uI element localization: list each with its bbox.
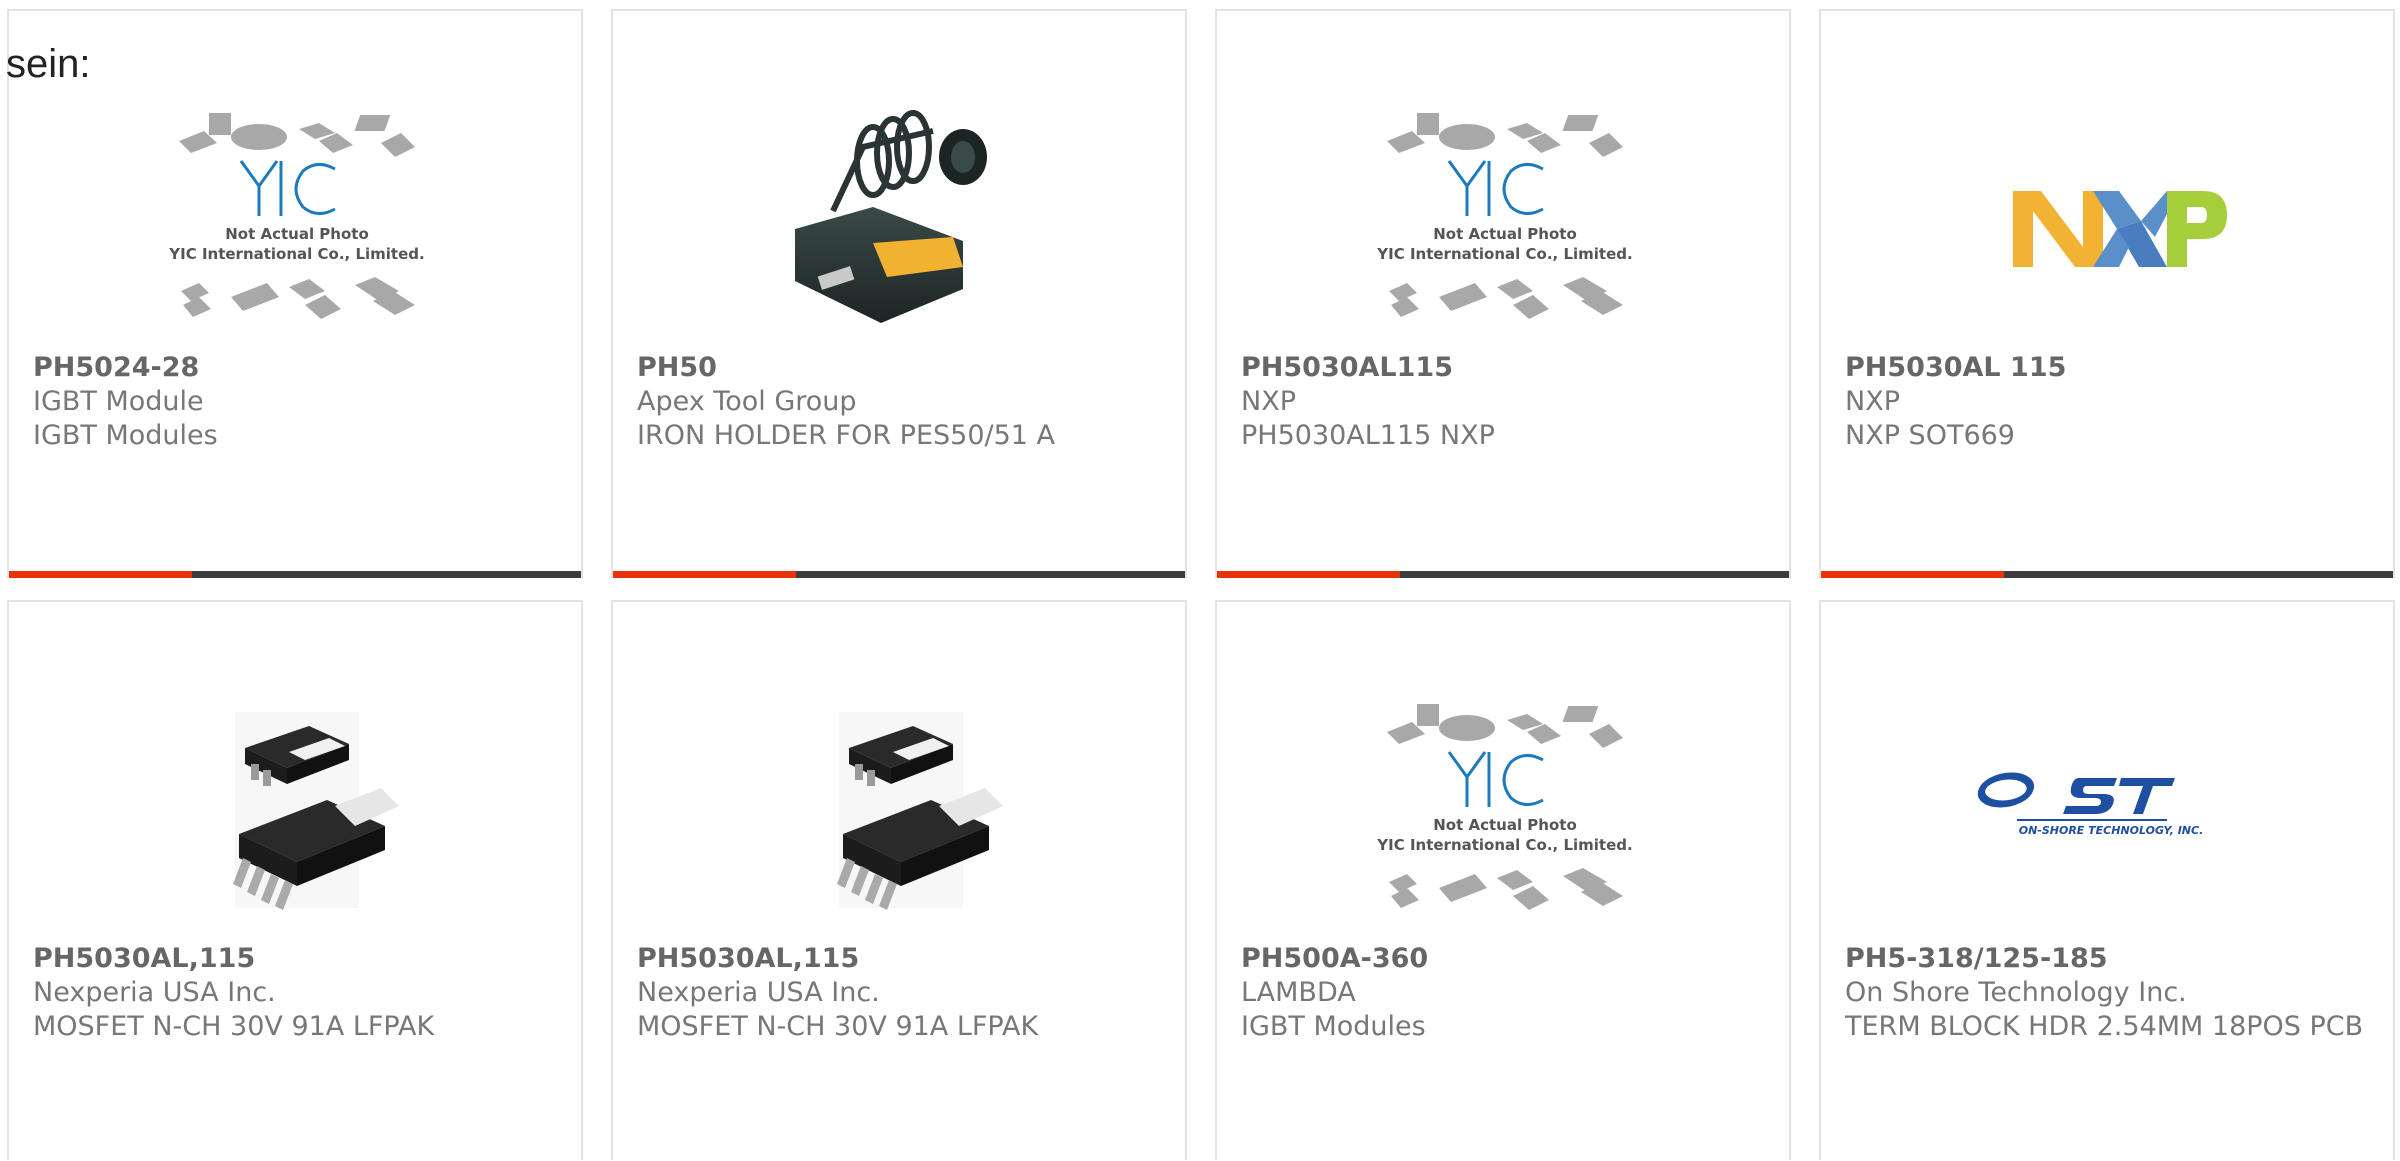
part-number[interactable]: PH50 xyxy=(637,351,1161,385)
part-number[interactable]: PH5030AL,115 xyxy=(33,942,557,976)
product-card[interactable]: PH5030AL,115 Nexperia USA Inc. MOSFET N-… xyxy=(611,600,1187,1160)
placeholder-image[interactable]: Not Actual Photo YIC International Co., … xyxy=(159,91,435,349)
manufacturer: NXP xyxy=(1845,386,1900,417)
part-number[interactable]: PH5-318/125-185 xyxy=(1845,942,2369,976)
card-accent-bar xyxy=(1217,571,1400,578)
product-card[interactable]: Not Actual Photo YIC International Co., … xyxy=(7,9,583,578)
manufacturer: Nexperia USA Inc. xyxy=(33,977,276,1008)
placeholder-line1: Not Actual Photo xyxy=(1433,225,1577,243)
placeholder-image[interactable]: Not Actual Photo YIC International Co., … xyxy=(1367,91,1643,349)
card-accent-bar xyxy=(613,571,796,578)
product-info: PH5030AL,115 Nexperia USA Inc. MOSFET N-… xyxy=(637,942,1161,1044)
product-card[interactable]: Not Actual Photo YIC International Co., … xyxy=(1215,9,1791,578)
product-image[interactable] xyxy=(763,682,1039,940)
ost-logo-icon: ON-SHORE TECHNOLOGY, INC. xyxy=(1977,772,2204,837)
description: PH5030AL115 NXP xyxy=(1241,420,1495,451)
description: TERM BLOCK HDR 2.54MM 18POS PCB xyxy=(1845,1011,2364,1042)
product-info: PH5030AL,115 Nexperia USA Inc. MOSFET N-… xyxy=(33,942,557,1044)
product-grid: Not Actual Photo YIC International Co., … xyxy=(7,9,2400,1161)
product-card[interactable]: PH5030AL,115 Nexperia USA Inc. MOSFET N-… xyxy=(7,600,583,1160)
placeholder-line2: YIC International Co., Limited. xyxy=(1376,836,1632,854)
manufacturer: On Shore Technology Inc. xyxy=(1845,977,2187,1008)
product-card[interactable]: ON-SHORE TECHNOLOGY, INC. PH5-318/125-18… xyxy=(1819,600,2395,1160)
nxp-logo-icon xyxy=(2013,191,2227,267)
description: IGBT Modules xyxy=(1241,1011,1426,1042)
manufacturer: Apex Tool Group xyxy=(637,386,857,417)
manufacturer: NXP xyxy=(1241,386,1296,417)
description: NXP SOT669 xyxy=(1845,420,2015,451)
ost-logo-text: ON-SHORE TECHNOLOGY, INC. xyxy=(2019,824,2204,837)
placeholder-line2: YIC International Co., Limited. xyxy=(1376,245,1632,263)
product-card[interactable]: PH5030AL 115 NXP NXP SOT669 xyxy=(1819,9,2395,578)
product-info: PH50 Apex Tool Group IRON HOLDER FOR PES… xyxy=(637,351,1161,453)
product-info: PH5024-28 IGBT Module IGBT Modules xyxy=(33,351,557,453)
card-accent-bar xyxy=(9,571,192,578)
part-number[interactable]: PH5024-28 xyxy=(33,351,557,385)
card-bottom-bar xyxy=(9,571,581,578)
description: MOSFET N-CH 30V 91A LFPAK xyxy=(637,1011,1039,1042)
part-number[interactable]: PH5030AL,115 xyxy=(637,942,1161,976)
placeholder-line2: YIC International Co., Limited. xyxy=(168,245,424,263)
part-number[interactable]: PH5030AL 115 xyxy=(1845,351,2369,385)
part-number[interactable]: PH5030AL115 xyxy=(1241,351,1765,385)
placeholder-image[interactable]: Not Actual Photo YIC International Co., … xyxy=(1367,682,1643,940)
product-grid-page: sein: Not Actual Photo YIC International… xyxy=(0,0,2400,1161)
card-bottom-bar xyxy=(1821,571,2393,578)
description: IRON HOLDER FOR PES50/51 A xyxy=(637,420,1056,451)
manufacturer: IGBT Module xyxy=(33,386,204,417)
product-card[interactable]: Not Actual Photo YIC International Co., … xyxy=(1215,600,1791,1160)
part-number[interactable]: PH500A-360 xyxy=(1241,942,1765,976)
product-info: PH5030AL 115 NXP NXP SOT669 xyxy=(1845,351,2369,453)
card-accent-bar xyxy=(1821,571,2004,578)
product-info: PH5-318/125-185 On Shore Technology Inc.… xyxy=(1845,942,2369,1044)
manufacturer: Nexperia USA Inc. xyxy=(637,977,880,1008)
product-image[interactable] xyxy=(159,682,435,940)
description: IGBT Modules xyxy=(33,420,218,451)
card-bottom-bar xyxy=(613,571,1185,578)
intro-text: sein: xyxy=(6,42,91,86)
nxp-logo-image[interactable] xyxy=(1971,91,2247,349)
placeholder-line1: Not Actual Photo xyxy=(1433,816,1577,834)
card-bottom-bar xyxy=(1217,571,1789,578)
placeholder-line1: Not Actual Photo xyxy=(225,225,369,243)
description: MOSFET N-CH 30V 91A LFPAK xyxy=(33,1011,435,1042)
ost-logo-image[interactable]: ON-SHORE TECHNOLOGY, INC. xyxy=(1971,682,2247,940)
manufacturer: LAMBDA xyxy=(1241,977,1356,1008)
product-info: PH5030AL115 NXP PH5030AL115 NXP xyxy=(1241,351,1765,453)
product-card[interactable]: PH50 Apex Tool Group IRON HOLDER FOR PES… xyxy=(611,9,1187,578)
product-info: PH500A-360 LAMBDA IGBT Modules xyxy=(1241,942,1765,1044)
product-image[interactable] xyxy=(763,91,1039,349)
